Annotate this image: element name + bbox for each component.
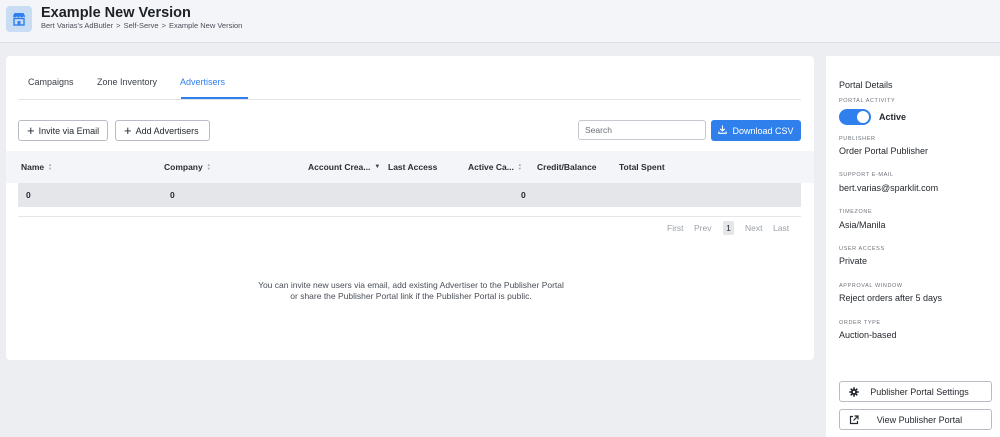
portal-activity-toggle[interactable]: [839, 109, 871, 125]
order-type-label: ORDER TYPE: [839, 320, 881, 326]
column-header-total-spent[interactable]: Total Spent: [619, 162, 665, 172]
toggle-knob: [857, 111, 869, 123]
page-header: Example New Version Bert Varias's AdButl…: [0, 0, 1000, 43]
plus-icon: +: [124, 123, 132, 138]
publisher-value: Order Portal Publisher: [839, 146, 929, 156]
column-header-label: Credit/Balance: [537, 162, 597, 172]
pagination-last[interactable]: Last: [773, 223, 789, 233]
sidebar-title: Portal Details: [839, 80, 893, 90]
sort-icon: ▲ ▼: [206, 162, 211, 171]
column-header-label: Account Crea...: [308, 162, 371, 172]
store-icon: [6, 6, 32, 32]
download-csv-button[interactable]: Download CSV: [711, 120, 801, 141]
tab-bar: Campaigns Zone Inventory Advertisers: [18, 56, 801, 100]
search-input[interactable]: [578, 120, 706, 140]
invite-via-email-button[interactable]: + Invite via Email: [18, 120, 108, 141]
column-header-label: Active Ca...: [468, 162, 514, 172]
column-header-credit-balance[interactable]: Credit/Balance: [537, 162, 597, 172]
tab-campaigns[interactable]: Campaigns: [28, 77, 74, 87]
active-tab-indicator: [181, 97, 248, 99]
cell-company: 0: [170, 190, 175, 200]
column-header-label: Name: [21, 162, 45, 172]
user-access-label: USER ACCESS: [839, 246, 885, 252]
column-header-label: Company: [164, 162, 203, 172]
pagination-current-page[interactable]: 1: [723, 221, 734, 235]
column-header-company[interactable]: Company ▲ ▼: [164, 162, 211, 172]
support-email-value: bert.varias@sparklit.com: [839, 183, 939, 193]
download-csv-label: Download CSV: [732, 125, 794, 136]
cell-name: 0: [26, 190, 31, 200]
breadcrumb-item-current: Example New Version: [168, 21, 243, 30]
table-header: Name ▲ ▼ Company ▲ ▼ Account Crea... ▼ Las…: [6, 151, 814, 183]
divider: [18, 216, 801, 217]
download-icon: [718, 125, 728, 136]
view-publisher-portal-button[interactable]: View Publisher Portal: [839, 409, 992, 430]
add-advertisers-label: Add Advertisers: [135, 125, 199, 136]
view-button-label: View Publisher Portal: [876, 414, 963, 425]
support-email-label: SUPPORT E-MAIL: [839, 172, 894, 178]
user-access-value: Private: [839, 256, 868, 266]
pagination-prev[interactable]: Prev: [694, 223, 711, 233]
plus-icon: +: [27, 123, 35, 138]
empty-state-line: You can invite new users via email, add …: [258, 280, 564, 290]
portal-details-sidebar: Portal Details PORTAL ACTIVITY Active PU…: [826, 56, 1000, 437]
approval-window-value: Reject orders after 5 days: [839, 293, 943, 303]
timezone-label: TIMEZONE: [839, 209, 873, 215]
page-title: Example New Version: [41, 5, 191, 21]
column-header-name[interactable]: Name ▲ ▼: [21, 162, 52, 172]
publisher-label: PUBLISHER: [839, 136, 876, 142]
column-header-account-created[interactable]: Account Crea... ▼: [308, 162, 380, 172]
add-advertisers-button[interactable]: + Add Advertisers: [115, 120, 210, 141]
column-header-label: Last Access: [388, 162, 438, 172]
advertisers-panel: Campaigns Zone Inventory Advertisers + I…: [6, 56, 814, 360]
tab-advertisers[interactable]: Advertisers: [180, 77, 225, 87]
sort-icon: ▲ ▼: [48, 162, 53, 171]
column-header-last-access[interactable]: Last Access: [388, 162, 437, 172]
pagination-first[interactable]: First: [667, 223, 684, 233]
cell-active-campaigns: 0: [521, 190, 526, 200]
settings-button-label: Publisher Portal Settings: [870, 386, 969, 397]
column-header-active-campaigns[interactable]: Active Ca... ▲ ▼: [468, 162, 522, 172]
table-row[interactable]: 0 0 0: [18, 183, 801, 207]
tab-zone-inventory[interactable]: Zone Inventory: [97, 77, 157, 87]
empty-state-line: or share the Publisher Portal link if th…: [290, 291, 532, 301]
breadcrumb-separator: >: [116, 21, 121, 30]
portal-activity-label: PORTAL ACTIVITY: [839, 98, 896, 104]
portal-activity-status: Active: [879, 112, 907, 122]
pagination-next[interactable]: Next: [745, 223, 762, 233]
timezone-value: Asia/Manila: [839, 220, 886, 230]
invite-via-email-label: Invite via Email: [38, 125, 100, 136]
order-type-value: Auction-based: [839, 330, 897, 340]
approval-window-label: APPROVAL WINDOW: [839, 283, 903, 289]
breadcrumb-separator: >: [161, 21, 166, 30]
empty-state-message: You can invite new users via email, add …: [186, 280, 636, 302]
breadcrumb: Bert Varias's AdButler > Self-Serve > Exampl…: [41, 21, 242, 30]
breadcrumb-item[interactable]: Bert Varias's AdButler: [41, 21, 113, 30]
sort-descending-icon: ▼: [374, 164, 381, 170]
sort-icon: ▲ ▼: [517, 162, 522, 171]
breadcrumb-item[interactable]: Self-Serve: [124, 21, 159, 30]
publisher-portal-settings-button[interactable]: Publisher Portal Settings: [839, 381, 992, 402]
column-header-label: Total Spent: [619, 162, 665, 172]
